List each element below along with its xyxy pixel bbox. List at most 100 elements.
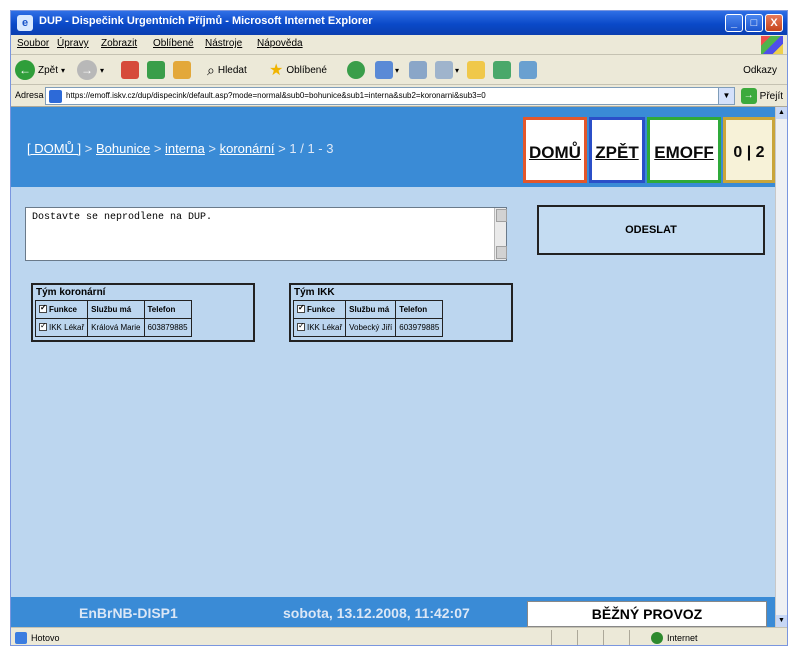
home-nav-button[interactable]: DOMŮ	[523, 117, 587, 183]
mail-button[interactable]	[409, 59, 427, 81]
breadcrumb-home-link[interactable]: [ DOMŮ ]	[27, 141, 81, 156]
role-cell[interactable]: IKK Lékař	[292, 318, 347, 337]
message-scrollbar[interactable]	[494, 208, 507, 260]
status-done: Hotovo	[15, 632, 60, 644]
favorites-button[interactable]: ★ Oblíbené	[269, 59, 327, 81]
row-checkbox[interactable]	[297, 321, 305, 331]
page-content: [ DOMŮ ] > Bohunice > interna > koronárn…	[11, 107, 777, 627]
browser-window: e DUP - Dispečink Urgentních Příjmů - Mi…	[10, 10, 788, 646]
chevron-down-icon[interactable]: ▼	[718, 88, 734, 104]
counter-value: 0 | 2	[733, 144, 765, 161]
maximize-button[interactable]: □	[745, 14, 763, 32]
folder-icon	[467, 61, 485, 79]
favorites-label: Oblíbené	[286, 64, 327, 76]
toolbar: ← Zpět ▾ → ▾ ⌕ Hledat ★ Oblíbené ▾ ▾ Odk…	[11, 55, 787, 85]
scroll-up-icon[interactable]: ▲	[776, 107, 787, 119]
breadcrumb: [ DOMŮ ] > Bohunice > interna > koronárn…	[27, 141, 333, 156]
team-title: Tým koronární	[36, 287, 106, 298]
go-arrow-icon: →	[740, 88, 757, 104]
station-name: EnBrNB-DISP1	[79, 605, 178, 621]
links-label[interactable]: Odkazy	[743, 65, 777, 76]
datetime: sobota, 13.12.2008, 11:42:07	[283, 605, 470, 621]
scroll-down-icon[interactable]: ▼	[776, 615, 787, 627]
messenger-button[interactable]	[493, 59, 511, 81]
column-header-telefon: Telefon	[143, 300, 192, 319]
select-all-checkbox[interactable]	[297, 303, 305, 313]
chevron-down-icon: ▾	[395, 65, 400, 75]
breadcrumb-interna-link[interactable]: interna	[165, 141, 205, 156]
table-row[interactable]: IKK Lékař Vobecký Jiří 603979885	[292, 318, 444, 337]
stop-button[interactable]	[121, 59, 139, 81]
chevron-down-icon: ▾	[100, 65, 105, 75]
refresh-button[interactable]	[147, 59, 165, 81]
back-nav-button[interactable]: ZPĚT	[589, 117, 645, 183]
menu-upravy[interactable]: Úpravy	[57, 38, 89, 49]
security-zone: Internet	[651, 632, 698, 644]
status-divider	[629, 630, 630, 645]
page-header: [ DOMŮ ] > Bohunice > interna > koronárn…	[11, 107, 777, 187]
page-scrollbar[interactable]: ▲ ▼	[775, 107, 787, 627]
search-icon: ⌕	[207, 61, 215, 78]
title-bar: e DUP - Dispečink Urgentních Příjmů - Mi…	[11, 11, 787, 35]
breadcrumb-position: 1 / 1 - 3	[289, 141, 334, 156]
globe-icon	[651, 632, 663, 644]
status-bar: Hotovo Internet	[11, 627, 787, 645]
menu-nastroje[interactable]: Nástroje	[205, 38, 242, 49]
minimize-button[interactable]: _	[725, 14, 743, 32]
search-label: Hledat	[217, 64, 247, 76]
media-button[interactable]	[347, 59, 365, 81]
history-icon	[375, 61, 393, 79]
message-textarea[interactable]: Dostavte se neprodlene na DUP.	[25, 207, 507, 261]
address-label: Adresa	[15, 90, 44, 100]
folder-button[interactable]	[467, 59, 485, 81]
person-cell: Králová Marie	[87, 318, 145, 337]
menu-zobrazit[interactable]: Zobrazit	[101, 38, 137, 49]
close-button[interactable]: X	[765, 14, 783, 32]
address-input[interactable]: https://emoff.iskv.cz/dup/dispecink/defa…	[45, 87, 735, 105]
forward-button[interactable]: → ▾	[77, 59, 104, 81]
windows-logo-icon	[761, 36, 783, 54]
emoff-nav-button[interactable]: EMOFF	[647, 117, 721, 183]
back-label: Zpět	[38, 64, 59, 76]
table-header-row: Funkce Službu má Telefon	[34, 300, 192, 319]
status-text: Hotovo	[31, 633, 60, 643]
home-button[interactable]	[173, 59, 191, 81]
counter-badge[interactable]: 0 | 2	[723, 117, 775, 183]
go-button[interactable]: → Přejít	[740, 88, 783, 104]
forward-arrow-icon: →	[77, 60, 97, 80]
refresh-icon	[147, 61, 165, 79]
column-header-funkce[interactable]: Funkce	[292, 300, 347, 319]
role-cell[interactable]: IKK Lékař	[34, 318, 89, 337]
send-button[interactable]: ODESLAT	[537, 205, 765, 255]
column-header-sluzbu-ma: Službu má	[345, 300, 397, 319]
row-checkbox[interactable]	[39, 321, 47, 331]
menu-napoveda[interactable]: Nápověda	[257, 38, 303, 49]
address-bar: Adresa https://emoff.iskv.cz/dup/dispeci…	[11, 85, 787, 107]
select-all-checkbox[interactable]	[39, 303, 47, 313]
emoff-nav-label: EMOFF	[654, 143, 714, 162]
person-cell: Vobecký Jiří	[345, 318, 397, 337]
table-row[interactable]: IKK Lékař Králová Marie 603879885	[34, 318, 192, 337]
home-icon	[173, 61, 191, 79]
status-divider	[551, 630, 552, 645]
menu-oblibene[interactable]: Oblíbené	[153, 38, 194, 49]
zone-text: Internet	[667, 633, 698, 643]
search-button[interactable]: ⌕ Hledat	[207, 59, 247, 81]
chevron-down-icon: ▾	[61, 65, 66, 75]
column-header-funkce[interactable]: Funkce	[34, 300, 89, 319]
stop-icon	[121, 61, 139, 79]
print-button[interactable]: ▾	[435, 59, 459, 81]
menu-soubor[interactable]: Soubor	[17, 38, 49, 49]
breadcrumb-koronarni-link[interactable]: koronární	[220, 141, 275, 156]
media-icon	[347, 61, 365, 79]
breadcrumb-bohunice-link[interactable]: Bohunice	[96, 141, 150, 156]
print-icon	[435, 61, 453, 79]
message-text: Dostavte se neprodlene na DUP.	[32, 212, 213, 223]
history-button[interactable]: ▾	[375, 59, 399, 81]
status-divider	[603, 630, 604, 645]
breadcrumb-separator: >	[274, 141, 290, 156]
back-button[interactable]: ← Zpět ▾	[15, 59, 65, 81]
breadcrumb-separator: >	[150, 141, 166, 156]
research-button[interactable]	[519, 59, 537, 81]
team-koronarni-panel: Tým koronární Funkce Službu má Telefon I…	[31, 283, 255, 342]
